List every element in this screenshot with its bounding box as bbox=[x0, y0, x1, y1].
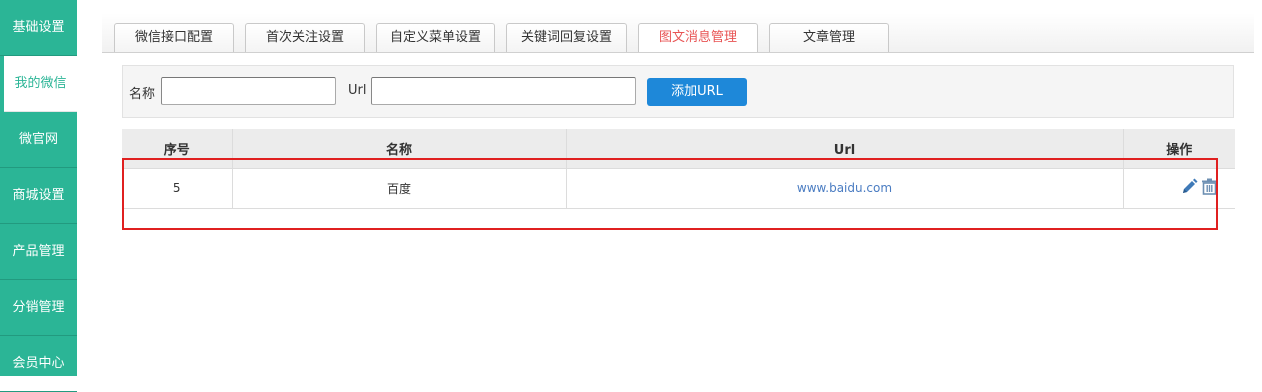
sidebar-item-product-management[interactable]: 产品管理 bbox=[0, 224, 77, 280]
table-header-row: 序号 名称 Url 操作 bbox=[122, 129, 1235, 169]
url-link[interactable]: www.baidu.com bbox=[797, 181, 892, 195]
sidebar-item-member-center[interactable]: 会员中心 bbox=[0, 336, 77, 392]
url-input[interactable] bbox=[371, 77, 636, 105]
sidebar-item-my-wechat[interactable]: 我的微信 bbox=[4, 56, 77, 112]
tab-article-management[interactable]: 文章管理 bbox=[769, 23, 889, 52]
name-label: 名称 bbox=[129, 87, 156, 102]
name-input[interactable] bbox=[161, 77, 336, 105]
add-url-form: 名称 Url 添加URL bbox=[122, 65, 1234, 118]
tab-bar: 微信接口配置 首次关注设置 自定义菜单设置 关键词回复设置 图文消息管理 文章管… bbox=[102, 13, 1254, 53]
cell-name: 百度 bbox=[231, 168, 566, 209]
sidebar-item-distribution-management[interactable]: 分销管理 bbox=[0, 280, 77, 336]
sidebar-item-mall-settings[interactable]: 商城设置 bbox=[0, 168, 77, 224]
column-header-url: Url bbox=[565, 129, 1123, 169]
tab-wechat-api-config[interactable]: 微信接口配置 bbox=[114, 23, 234, 52]
url-table: 序号 名称 Url 操作 5 百度 www.baidu.com bbox=[122, 129, 1235, 209]
cell-index: 5 bbox=[122, 168, 232, 209]
tab-keyword-reply-settings[interactable]: 关键词回复设置 bbox=[506, 23, 627, 52]
table-row: 5 百度 www.baidu.com bbox=[122, 168, 1235, 209]
column-header-name: 名称 bbox=[231, 129, 566, 169]
tab-custom-menu-settings[interactable]: 自定义菜单设置 bbox=[376, 23, 495, 52]
sidebar: 基础设置 我的微信 微官网 商城设置 产品管理 分销管理 会员中心 bbox=[0, 0, 77, 392]
sidebar-item-basic-settings[interactable]: 基础设置 bbox=[0, 0, 77, 56]
edit-pencil-icon[interactable] bbox=[1181, 178, 1198, 195]
column-header-index: 序号 bbox=[122, 129, 232, 169]
add-url-button[interactable]: 添加URL bbox=[647, 78, 747, 106]
sidebar-item-micro-site[interactable]: 微官网 bbox=[0, 112, 77, 168]
column-header-actions: 操作 bbox=[1122, 129, 1235, 169]
tab-first-follow-settings[interactable]: 首次关注设置 bbox=[245, 23, 365, 52]
delete-trash-icon[interactable] bbox=[1201, 178, 1218, 195]
cell-url: www.baidu.com bbox=[565, 168, 1123, 209]
url-label: Url bbox=[348, 83, 367, 98]
tab-rich-message-management[interactable]: 图文消息管理 bbox=[638, 23, 758, 52]
cell-actions bbox=[1122, 168, 1235, 209]
